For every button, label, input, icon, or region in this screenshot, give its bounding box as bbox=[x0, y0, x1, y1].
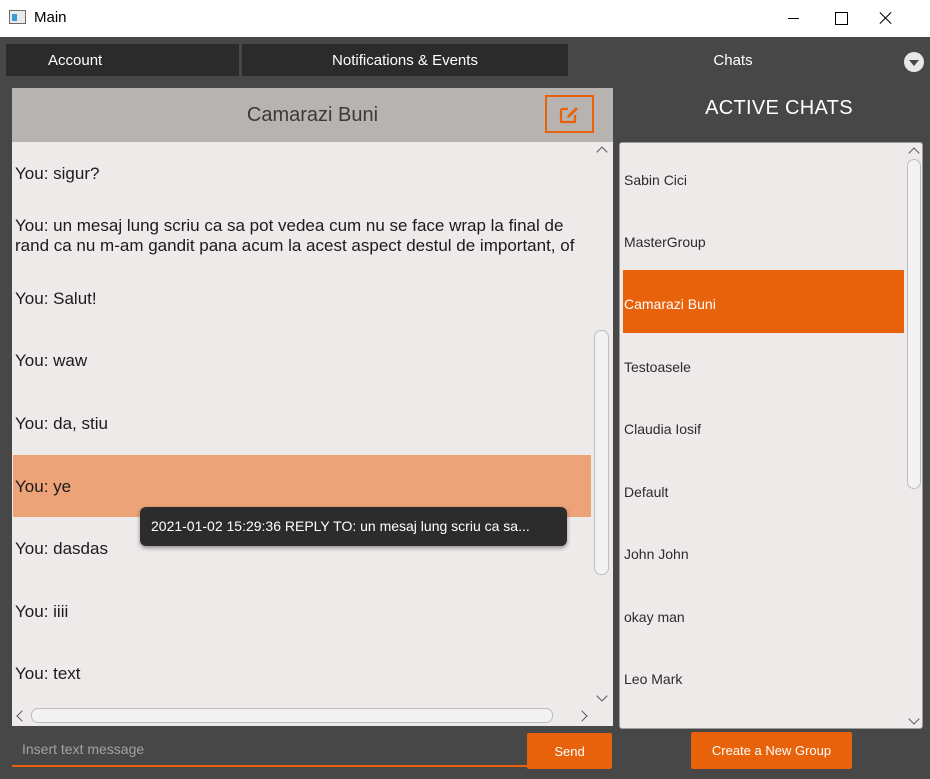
message-list[interactable]: You: sigur? You: un mesaj lung scriu ca … bbox=[13, 142, 591, 706]
message-input[interactable] bbox=[12, 733, 528, 767]
chat-title: Camarazi Buni bbox=[246, 104, 379, 126]
chat-list-item[interactable]: John John bbox=[623, 520, 904, 583]
chat-list-item[interactable]: Sabin Cici bbox=[623, 146, 904, 209]
scroll-down-icon[interactable] bbox=[908, 713, 920, 725]
scrollbar-thumb[interactable] bbox=[907, 159, 921, 489]
chat-list-item-selected[interactable]: Camarazi Buni bbox=[623, 270, 904, 333]
message-item[interactable]: You: Salut! bbox=[13, 267, 591, 329]
chat-list-item[interactable]: Default bbox=[623, 458, 904, 521]
message-item[interactable]: You: waw bbox=[13, 329, 591, 391]
title-bar: Main bbox=[0, 0, 930, 37]
message-vertical-scrollbar[interactable] bbox=[592, 142, 612, 706]
app-icon bbox=[9, 10, 26, 24]
edit-icon bbox=[559, 107, 578, 124]
scroll-left-icon[interactable] bbox=[16, 710, 28, 722]
window-title: Main bbox=[34, 9, 67, 26]
scroll-right-icon[interactable] bbox=[576, 710, 588, 722]
active-chats-title: ACTIVE CHATS bbox=[705, 97, 853, 119]
scrollbar-thumb[interactable] bbox=[31, 708, 553, 723]
tab-account[interactable]: Account bbox=[6, 44, 239, 76]
message-item[interactable]: You: text bbox=[13, 642, 591, 704]
chat-list-item[interactable]: okay man bbox=[623, 583, 904, 646]
scroll-down-icon[interactable] bbox=[596, 690, 608, 702]
close-icon[interactable] bbox=[864, 0, 910, 37]
active-chats-list[interactable]: Sabin Cici MasterGroup Camarazi Buni Tes… bbox=[619, 142, 923, 729]
chat-panel: Camarazi Buni You: sigur? You: un mesaj … bbox=[12, 88, 613, 726]
tab-notifications-events[interactable]: Notifications & Events bbox=[242, 44, 568, 76]
message-tooltip: 2021-01-02 15:29:36 REPLY TO: un mesaj l… bbox=[140, 507, 567, 546]
message-item[interactable]: You: iiii bbox=[13, 580, 591, 642]
message-item[interactable]: You: un mesaj lung scriu ca sa pot vedea… bbox=[13, 204, 591, 266]
message-horizontal-scrollbar[interactable] bbox=[12, 706, 613, 726]
minimize-icon[interactable] bbox=[771, 0, 817, 37]
scroll-up-icon[interactable] bbox=[596, 146, 608, 158]
dropdown-icon[interactable] bbox=[904, 52, 924, 72]
chat-list-item[interactable]: Claudia Iosif bbox=[623, 395, 904, 458]
scrollbar-thumb[interactable] bbox=[594, 330, 609, 575]
edit-chat-button[interactable] bbox=[545, 95, 594, 133]
chat-list-item[interactable]: MasterGroup bbox=[623, 208, 904, 271]
scroll-up-icon[interactable] bbox=[908, 147, 920, 159]
maximize-icon[interactable] bbox=[817, 0, 863, 37]
tab-chats[interactable]: Chats bbox=[568, 44, 898, 76]
chat-list-item[interactable]: Testoasele bbox=[623, 333, 904, 396]
create-group-button[interactable]: Create a New Group bbox=[691, 732, 852, 769]
chat-list-scrollbar[interactable] bbox=[905, 143, 922, 728]
message-item[interactable]: You: sigur? bbox=[13, 142, 591, 204]
message-item[interactable]: You: da, stiu bbox=[13, 392, 591, 454]
chat-header: Camarazi Buni bbox=[12, 88, 613, 142]
send-button[interactable]: Send bbox=[527, 733, 612, 769]
chat-list-item[interactable]: Leo Mark bbox=[623, 645, 904, 708]
